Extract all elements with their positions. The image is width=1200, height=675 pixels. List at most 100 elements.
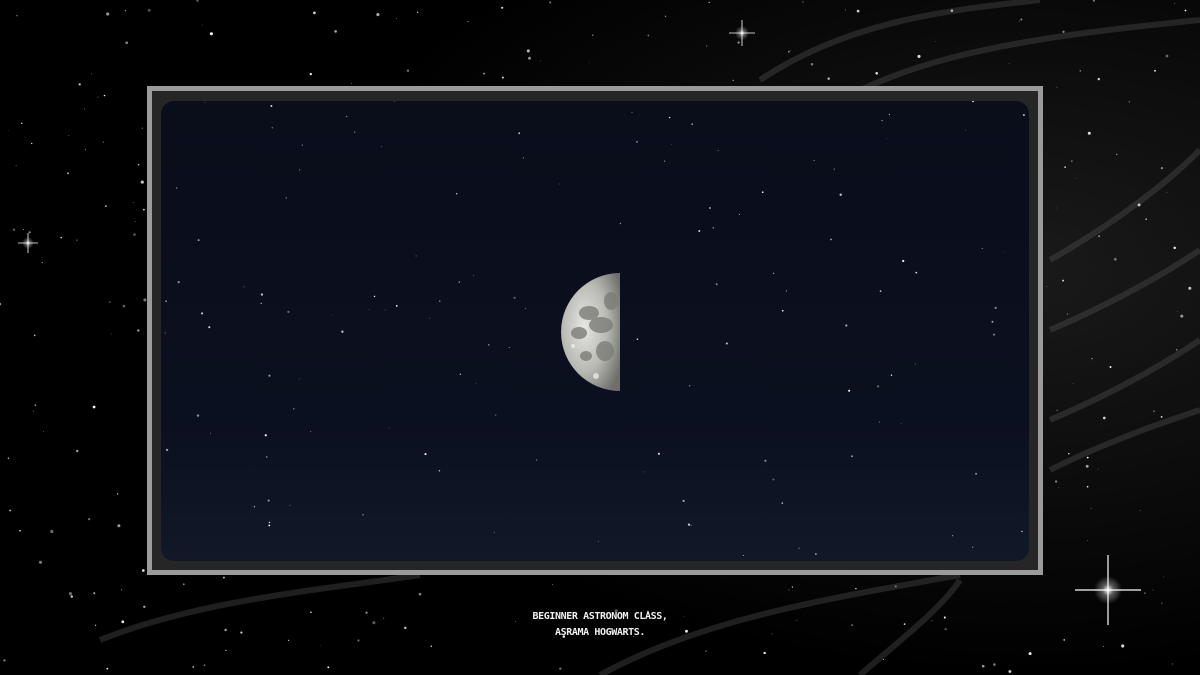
- star: [682, 499, 685, 502]
- star: [882, 658, 885, 660]
- star: [289, 504, 291, 506]
- star: [487, 344, 490, 346]
- star: [1144, 592, 1146, 595]
- star: [1098, 235, 1101, 238]
- star: [935, 41, 937, 42]
- star: [1022, 113, 1025, 117]
- star: [68, 592, 72, 596]
- star: [1086, 485, 1089, 488]
- star: [141, 569, 145, 572]
- star: [619, 222, 622, 225]
- caption: BEGINNER ASTRONOM CLASS, ASRAMA HOGWARTS…: [450, 609, 750, 641]
- star: [287, 639, 290, 642]
- star: [902, 259, 905, 263]
- star: [1116, 153, 1118, 156]
- star: [1153, 410, 1155, 412]
- star: [725, 342, 728, 345]
- star: [253, 506, 256, 508]
- star: [182, 583, 185, 586]
- star: [1102, 416, 1106, 420]
- star: [764, 459, 767, 462]
- star: [528, 56, 531, 60]
- star: [1072, 383, 1074, 385]
- star: [691, 123, 693, 125]
- star: [1188, 286, 1192, 290]
- star: [260, 302, 263, 305]
- star: [540, 60, 541, 62]
- star: [664, 15, 667, 18]
- star: [271, 127, 274, 129]
- star: [798, 547, 800, 550]
- star: [712, 227, 714, 229]
- star: [833, 168, 835, 170]
- star: [1058, 486, 1060, 488]
- star: [102, 141, 104, 143]
- star: [438, 469, 441, 472]
- star: [781, 502, 784, 504]
- star: [1056, 86, 1058, 88]
- star: [334, 30, 337, 33]
- star: [415, 255, 417, 257]
- star: [28, 231, 31, 234]
- star: [243, 286, 245, 288]
- star: [844, 9, 846, 11]
- star: [501, 6, 504, 9]
- star: [1090, 507, 1092, 509]
- star: [41, 262, 43, 264]
- star: [225, 649, 227, 651]
- star: [501, 76, 504, 79]
- star: [705, 650, 707, 652]
- star: [384, 309, 386, 311]
- star: [944, 627, 947, 631]
- star: [993, 663, 996, 666]
- star: [376, 13, 380, 17]
- star: [518, 132, 521, 135]
- star: [737, 41, 740, 44]
- star: [876, 385, 880, 388]
- star: [483, 72, 486, 75]
- star: [810, 63, 814, 66]
- star: [299, 169, 301, 171]
- star: [381, 146, 382, 147]
- star: [552, 583, 553, 585]
- star: [597, 540, 599, 542]
- star: [839, 193, 842, 196]
- star: [16, 15, 18, 17]
- star: [761, 191, 764, 194]
- star: [975, 472, 978, 475]
- star: [351, 83, 353, 84]
- star: [76, 239, 78, 241]
- star: [285, 197, 288, 199]
- star: [7, 457, 10, 459]
- star: [396, 18, 398, 19]
- star: [495, 414, 497, 416]
- star: [372, 621, 376, 625]
- star: [309, 72, 313, 76]
- star: [1097, 468, 1099, 470]
- star: [1121, 644, 1125, 648]
- star: [298, 378, 300, 380]
- star: [140, 180, 144, 184]
- star: [9, 509, 11, 512]
- star: [526, 49, 530, 53]
- star: [802, 1, 804, 3]
- star: [147, 8, 151, 12]
- star: [467, 21, 469, 22]
- star: [592, 34, 594, 36]
- star: [117, 524, 121, 528]
- star: [42, 430, 44, 432]
- star: [815, 553, 817, 555]
- star: [424, 453, 427, 456]
- star: [293, 408, 295, 410]
- star: [137, 329, 140, 332]
- star: [1103, 645, 1105, 647]
- star: [70, 595, 73, 598]
- star: [1064, 166, 1066, 168]
- star: [631, 111, 633, 113]
- star: [771, 633, 773, 635]
- star: [143, 208, 145, 211]
- star: [3, 659, 6, 662]
- star: [981, 248, 983, 250]
- star: [1161, 602, 1163, 604]
- star: [430, 645, 433, 648]
